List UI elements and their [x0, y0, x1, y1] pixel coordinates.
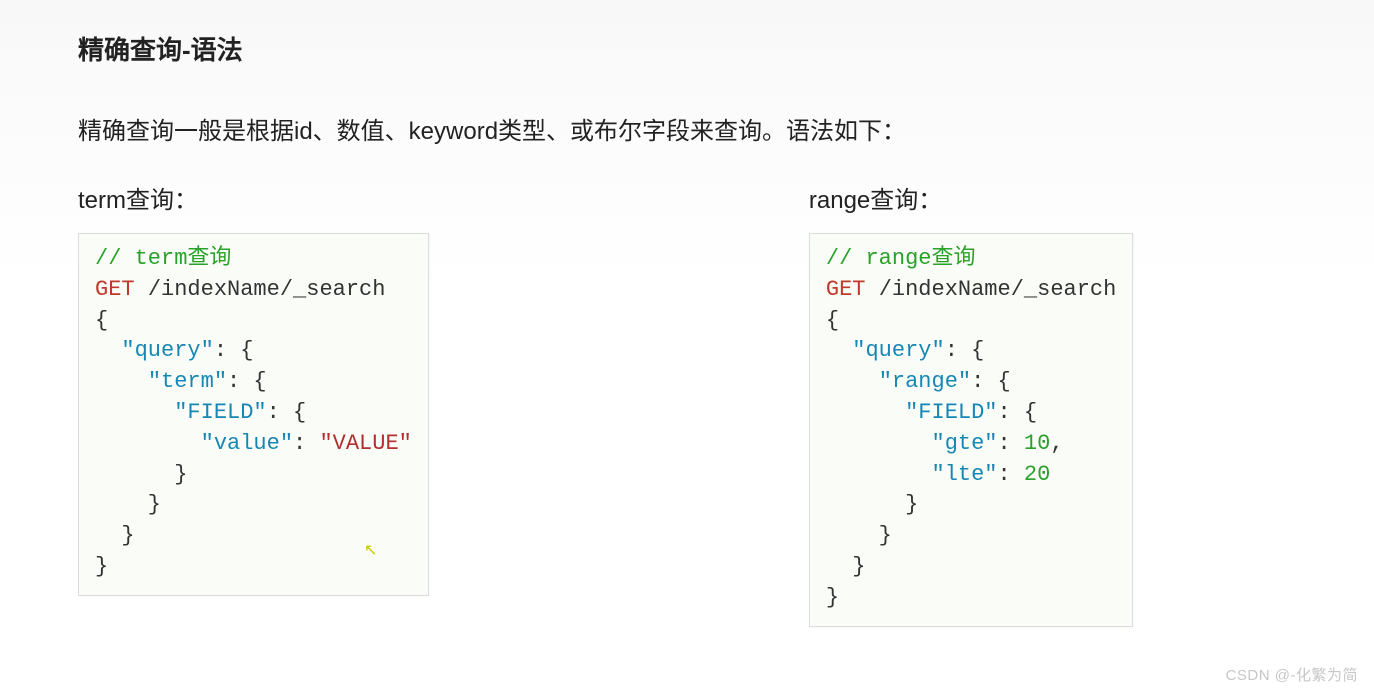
json-key: "term" [148, 369, 227, 394]
indent [95, 400, 174, 425]
json-key: "range" [879, 369, 971, 394]
brace: } [95, 554, 108, 579]
indent [826, 462, 932, 487]
http-path: /indexName/_search [879, 277, 1117, 302]
brace: } [826, 523, 892, 548]
punct: : { [214, 338, 254, 363]
http-method: GET [826, 277, 866, 302]
brace: { [95, 308, 108, 333]
brace: } [95, 492, 161, 517]
json-number: 20 [1024, 462, 1050, 487]
punct: : { [945, 338, 985, 363]
slide-page: 精确查询-语法 精确查询一般是根据id、数值、keyword类型、或布尔字段来查… [0, 0, 1374, 627]
json-number: 10 [1024, 431, 1050, 456]
brace: { [826, 308, 839, 333]
indent [826, 338, 852, 363]
punct: : [293, 431, 319, 456]
term-label: term查询： [78, 180, 429, 215]
brace: } [95, 462, 187, 487]
comma: , [1050, 431, 1063, 456]
json-key: "FIELD" [174, 400, 266, 425]
watermark: CSDN @-化繁为简 [1226, 664, 1358, 685]
brace: } [826, 554, 866, 579]
brace: } [826, 585, 839, 610]
json-key: "gte" [932, 431, 998, 456]
json-key: "value" [201, 431, 293, 456]
http-method: GET [95, 277, 135, 302]
range-code-block: // range查询 GET /indexName/_search { "que… [809, 233, 1133, 627]
indent [95, 369, 148, 394]
punct: : [998, 431, 1024, 456]
json-string: "VALUE" [319, 431, 411, 456]
indent [826, 431, 932, 456]
punct: : [998, 462, 1024, 487]
punct: : { [998, 400, 1038, 425]
http-path: /indexName/_search [148, 277, 386, 302]
punct: : { [971, 369, 1011, 394]
indent [95, 431, 201, 456]
brace: } [95, 523, 135, 548]
json-key: "query" [852, 338, 944, 363]
json-key: "lte" [932, 462, 998, 487]
term-column: term查询： // term查询 GET /indexName/_search… [78, 180, 429, 627]
punct: : { [227, 369, 267, 394]
indent [826, 400, 905, 425]
range-label: range查询： [809, 180, 1133, 215]
indent [826, 369, 879, 394]
indent [95, 338, 121, 363]
intro-text: 精确查询一般是根据id、数值、keyword类型、或布尔字段来查询。语法如下： [78, 111, 1296, 146]
columns: term查询： // term查询 GET /indexName/_search… [78, 180, 1296, 627]
page-title: 精确查询-语法 [78, 30, 1296, 67]
brace: } [826, 492, 918, 517]
code-comment: // term查询 [95, 246, 231, 271]
term-code-block: // term查询 GET /indexName/_search { "quer… [78, 233, 429, 596]
json-key: "FIELD" [905, 400, 997, 425]
punct: : { [267, 400, 307, 425]
range-column: range查询： // range查询 GET /indexName/_sear… [809, 180, 1133, 627]
json-key: "query" [121, 338, 213, 363]
code-comment: // range查询 [826, 246, 976, 271]
